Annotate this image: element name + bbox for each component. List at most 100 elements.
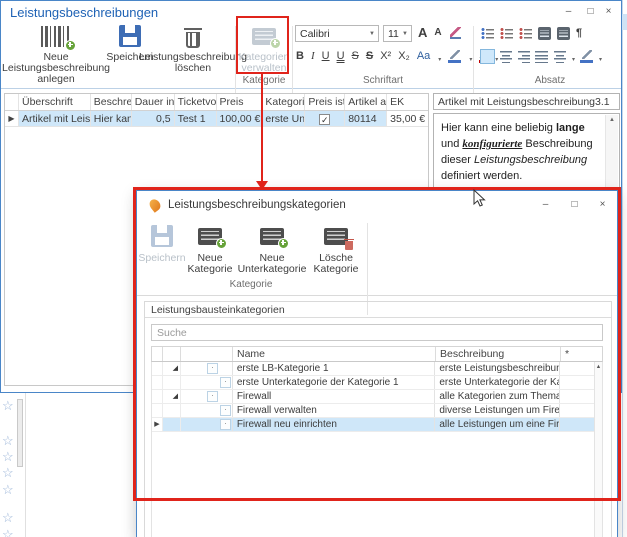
table-row[interactable]: ▶ Artikel mit Leist... Hier kan... 0,5 T… — [5, 111, 428, 127]
shrink-font-button[interactable]: A — [434, 26, 441, 39]
tree-row[interactable]: ▶·Firewall neu einrichtenalle Leistungen… — [152, 418, 594, 432]
background-scrollbar-thumb[interactable] — [17, 399, 23, 467]
clear-formatting-icon[interactable] — [449, 26, 462, 39]
delete-service-description-button[interactable]: Leistungsbeschreibung löschen — [151, 23, 235, 74]
tree-row[interactable]: ◢·erste LB-Kategorie 1erste Leistungsbes… — [152, 362, 594, 376]
scroll-up-icon[interactable]: ▲ — [595, 364, 602, 370]
bold-button[interactable]: B — [296, 50, 304, 63]
star-icon[interactable]: ☆ — [2, 483, 14, 496]
numbered-list-icon[interactable] — [500, 27, 513, 40]
floppy-icon — [119, 23, 141, 49]
double-strikethrough-button[interactable]: S — [366, 50, 373, 63]
cell-kategorie[interactable]: erste Un... — [262, 111, 305, 126]
column-header[interactable]: Kategorie — [262, 94, 305, 110]
column-header-star[interactable]: * — [560, 347, 594, 361]
categories-groupbox: Leistungsbausteinkategorien Name Beschre… — [144, 301, 612, 537]
shading-icon[interactable] — [580, 50, 593, 63]
align-left-button[interactable] — [481, 50, 494, 63]
tree-row[interactable]: ◢·Firewallalle Kategorien zum Thema Leis… — [152, 390, 594, 404]
font-family-combobox[interactable]: Calibri ▼ — [295, 25, 379, 42]
cell-ek[interactable]: 35,00 € — [387, 111, 428, 126]
new-subcategory-button[interactable]: Neue Unterkategorie — [235, 223, 309, 275]
maximize-button[interactable]: □ — [582, 4, 599, 19]
tree-row[interactable]: ·Firewall verwaltendiverse Leistungen um… — [152, 404, 594, 418]
column-header-name[interactable]: Name — [232, 347, 435, 361]
column-header[interactable]: EK — [387, 94, 428, 110]
column-header[interactable]: Artikel a... — [345, 94, 387, 110]
floppy-icon — [151, 223, 173, 249]
save-button[interactable]: Speichern — [139, 223, 185, 264]
delete-category-button[interactable]: Lösche Kategorie — [309, 223, 363, 275]
align-center-button[interactable] — [499, 50, 512, 63]
chevron-down-icon[interactable]: ▾ — [438, 56, 441, 63]
line-spacing-icon[interactable] — [553, 50, 566, 63]
group-separator — [292, 26, 293, 102]
close-button[interactable]: × — [600, 4, 617, 19]
scrollbar[interactable]: ▲ — [594, 362, 603, 537]
star-icon[interactable]: ☆ — [2, 434, 14, 447]
new-category-button[interactable]: Neue Kategorie — [185, 223, 235, 275]
cell-ticketvorlage[interactable]: Test 1 — [175, 111, 217, 126]
strikethrough-button[interactable]: S — [352, 50, 359, 63]
row-options-button[interactable]: · — [220, 405, 231, 416]
column-header[interactable]: Dauer in... — [132, 94, 175, 110]
column-header-beschreibung[interactable]: Beschreibung — [435, 347, 560, 361]
minimize-button[interactable]: – — [560, 4, 577, 19]
increase-indent-icon[interactable] — [557, 27, 570, 40]
expander-icon: ◢ — [162, 362, 180, 375]
align-right-button[interactable] — [517, 50, 530, 63]
tree-row[interactable]: ·erste Unterkategorie der Kategorie 1ers… — [152, 376, 594, 390]
manage-categories-button[interactable]: Kategorien verwalten — [239, 23, 289, 74]
column-header[interactable]: Preis ist i... — [305, 94, 345, 110]
row-options-button[interactable]: · — [220, 377, 231, 388]
star-icon[interactable]: ☆ — [2, 450, 14, 463]
italic-button[interactable]: I — [311, 50, 315, 63]
cell-ueberschrift[interactable]: Artikel mit Leist... — [19, 111, 91, 126]
star-icon[interactable]: ☆ — [2, 528, 14, 537]
highlight-color-icon[interactable] — [448, 50, 461, 63]
star-icon[interactable]: ☆ — [2, 399, 14, 412]
chevron-down-icon[interactable]: ▾ — [599, 56, 602, 63]
row-options-button[interactable]: · — [207, 363, 218, 374]
grow-font-button[interactable]: A — [418, 26, 427, 39]
delete-category-icon — [324, 223, 348, 249]
subscript-button[interactable]: X₂ — [398, 50, 410, 63]
checkbox-checked-icon[interactable]: ✓ — [319, 114, 330, 125]
cell-preis-ist-inklusive[interactable]: ✓ — [305, 111, 345, 126]
new-service-description-button[interactable]: Neue Leistungsbeschreibung anlegen — [3, 23, 109, 85]
column-header[interactable]: Preis — [217, 94, 263, 110]
chevron-down-icon[interactable]: ▾ — [572, 56, 575, 63]
beschreibung-cell: diverse Leistungen um Firewall zu verwal… — [434, 404, 559, 417]
column-header[interactable]: Überschrift — [19, 94, 91, 110]
beschreibung-cell: erste Leistungsbeschreibung-Kategorie 1 — [434, 362, 559, 375]
plus-badge-icon — [65, 40, 76, 51]
multilevel-list-icon[interactable] — [519, 27, 532, 40]
cell-preis[interactable]: 100,00 € — [217, 111, 263, 126]
cell-artikelnummer[interactable]: 80114 — [345, 111, 387, 126]
star-icon[interactable]: ☆ — [2, 511, 14, 524]
underline-button[interactable]: U — [322, 50, 330, 63]
font-size-combobox[interactable]: 11 ▼ — [383, 25, 412, 42]
change-case-button[interactable]: Aa — [417, 50, 430, 63]
cell-beschreibung[interactable]: Hier kan... — [91, 111, 132, 126]
column-header[interactable]: Ticketvor... — [175, 94, 217, 110]
column-header[interactable]: Beschrei... — [91, 94, 132, 110]
pilcrow-button[interactable]: ¶ — [576, 27, 582, 40]
close-button[interactable]: × — [594, 197, 611, 212]
double-underline-button[interactable]: U — [337, 50, 345, 63]
maximize-button[interactable]: □ — [566, 197, 583, 212]
superscript-button[interactable]: X² — [380, 50, 391, 63]
detail-title-input[interactable] — [433, 93, 620, 110]
star-icon[interactable]: ☆ — [2, 466, 14, 479]
row-options-button[interactable]: · — [207, 391, 218, 402]
search-input[interactable] — [151, 324, 603, 341]
decrease-indent-icon[interactable] — [538, 27, 551, 40]
scroll-up-icon[interactable]: ▲ — [606, 117, 618, 123]
cell-dauer[interactable]: 0,5 — [132, 111, 175, 126]
chevron-down-icon[interactable]: ▾ — [469, 56, 472, 63]
bullet-list-icon[interactable] — [481, 27, 494, 40]
row-options-button[interactable]: · — [220, 419, 231, 430]
minimize-button[interactable]: – — [537, 197, 554, 212]
options-cell: · — [180, 390, 232, 403]
align-justify-button[interactable] — [535, 50, 548, 63]
